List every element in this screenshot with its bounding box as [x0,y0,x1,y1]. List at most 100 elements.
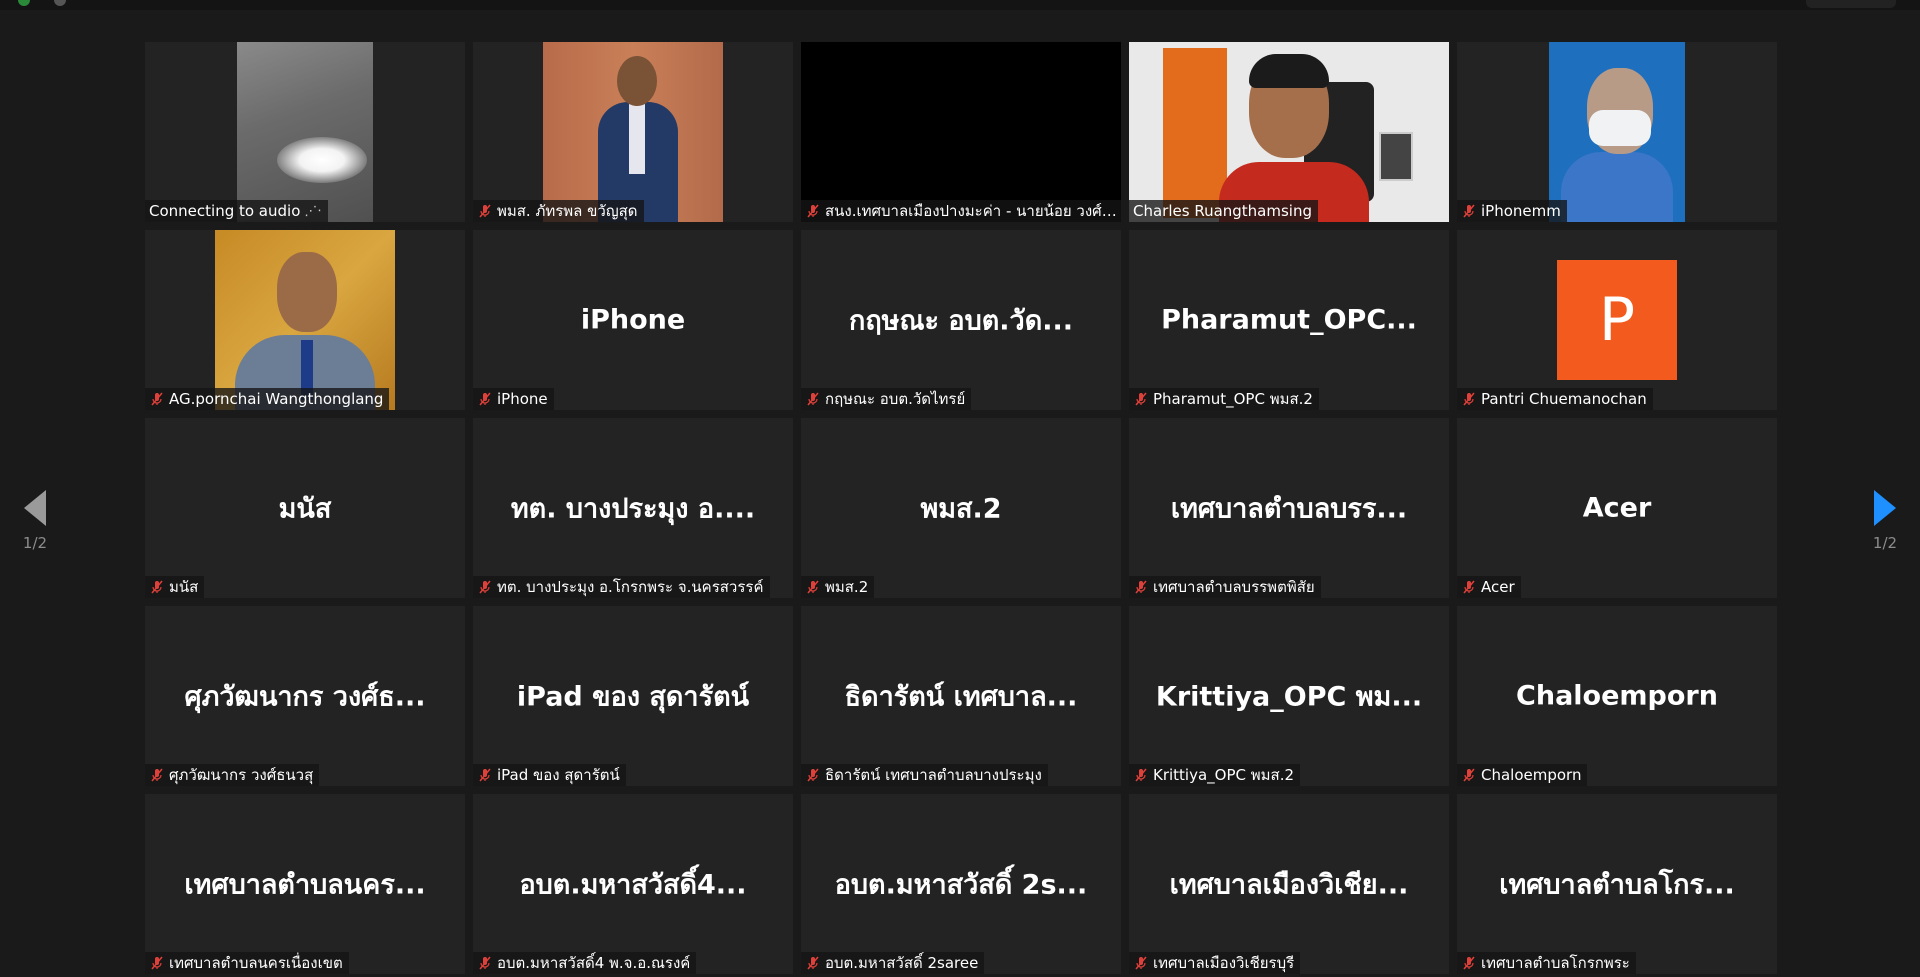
participant-tile[interactable]: Connecting to audio ⋰⋅ [145,42,465,222]
participant-display-name: iPad ของ สุดารัตน์ [516,681,750,713]
participant-name: Connecting to audio [149,202,301,220]
participant-name: Chaloemporn [1481,766,1582,784]
participant-tile[interactable]: พมส.2 พมส.2 [801,418,1121,598]
participant-tile[interactable]: Krittiya_OPC พม... Krittiya_OPC พมส.2 [1129,606,1449,786]
mic-muted-icon [807,392,819,406]
mic-muted-icon [479,580,491,594]
mic-muted-icon [479,956,491,970]
participant-name: เทศบาลเมืองวิเชียรบุรี [1153,954,1295,972]
participant-name: พมส.2 [825,578,869,596]
mic-muted-icon [1135,956,1147,970]
participant-tile[interactable]: Acer Acer [1457,418,1777,598]
participant-nametag: Connecting to audio ⋰⋅ [145,200,328,222]
mic-muted-icon [807,204,819,218]
participant-display-name: Krittiya_OPC พม... [1155,681,1423,713]
mic-muted-icon [807,580,819,594]
participant-display-name: Chaloemporn [1516,680,1718,712]
participant-display-name: เทศบาลตำบลบรร... [1170,493,1408,525]
participant-tile[interactable]: เทศบาลเมืองวิเชีย... เทศบาลเมืองวิเชียรบ… [1129,794,1449,974]
participant-tile[interactable]: Pharamut_OPC... Pharamut_OPC พมส.2 [1129,230,1449,410]
participant-display-name: เทศบาลตำบลนคร... [184,869,426,901]
participant-tile[interactable]: ธิดารัตน์ เทศบาล... ธิดารัตน์ เทศบาลตำบล… [801,606,1121,786]
participant-nametag: Charles Ruangthamsing [1129,200,1318,222]
participant-display-name: iPhone [580,304,686,336]
participant-name: ธิดารัตน์ เทศบาลตำบลบางประมุง [825,766,1042,784]
participant-nametag: Acer [1457,576,1521,598]
participant-nametag: เทศบาลเมืองวิเชียรบุรี [1129,952,1301,974]
participant-tile[interactable]: มนัส มนัส [145,418,465,598]
participant-tile[interactable]: เทศบาลตำบลนคร... เทศบาลตำบลนครเนื่องเขต [145,794,465,974]
participant-name: iPhone [497,390,548,408]
participant-nametag: iPad ของ สุดารัตน์ [473,764,626,786]
participant-nametag: มนัส [145,576,205,598]
chevron-left-icon [24,490,46,526]
participant-nametag: Krittiya_OPC พมส.2 [1129,764,1301,786]
participant-tile[interactable]: iPhone iPhone [473,230,793,410]
connecting-dots-icon: ⋰⋅ [304,203,322,219]
status-dot [18,0,30,6]
participant-video [543,42,723,222]
participant-tile[interactable]: AG.pornchai Wangthonglang [145,230,465,410]
participant-nametag: สนง.เทศบาลเมืองปางมะค่า - นายน้อย วงศ์วิ… [801,200,1121,222]
participant-nametag: ศุภวัฒนากร วงศ์ธนวสุ [145,764,320,786]
participant-display-name: Pharamut_OPC... [1161,304,1417,336]
participant-name: Acer [1481,578,1515,596]
participant-video [801,42,1121,222]
participant-tile[interactable]: อบต.มหาสวัสดิ์4... อบต.มหาสวัสดิ์4 พ.จ.อ… [473,794,793,974]
participant-name: เทศบาลตำบลโกรกพระ [1481,954,1630,972]
participant-display-name: ทต. บางประมุง อ.... [510,493,756,525]
page-indicator-right: 1/2 [1872,534,1898,552]
participant-tile[interactable]: ศุภวัฒนากร วงศ์ธ... ศุภวัฒนากร วงศ์ธนวสุ [145,606,465,786]
next-page-button[interactable]: 1/2 [1850,460,1920,580]
previous-page-button[interactable]: 1/2 [0,460,70,580]
participant-video [1549,42,1685,222]
mic-muted-icon [479,392,491,406]
participant-nametag: AG.pornchai Wangthonglang [145,388,390,410]
mic-muted-icon [1463,956,1475,970]
participant-name: พมส. ภัทรพล ขวัญสุด [497,202,638,220]
participant-tile[interactable]: เทศบาลตำบลบรร... เทศบาลตำบลบรรพตพิสัย [1129,418,1449,598]
participant-name: สนง.เทศบาลเมืองปางมะค่า - นายน้อย วงศ์วิ… [825,202,1117,220]
participant-nametag: Pharamut_OPC พมส.2 [1129,388,1319,410]
participant-tile[interactable]: P Pantri Chuemanochan [1457,230,1777,410]
participant-tile-active-speaker[interactable]: Charles Ruangthamsing [1129,42,1449,222]
window-top-bar [0,0,1920,10]
participant-name: Charles Ruangthamsing [1133,202,1312,220]
mic-muted-icon [807,768,819,782]
info-dot [54,0,66,6]
mic-muted-icon [151,392,163,406]
participant-name: AG.pornchai Wangthonglang [169,390,384,408]
participant-nametag: Pantri Chuemanochan [1457,388,1653,410]
participant-tile[interactable]: Chaloemporn Chaloemporn [1457,606,1777,786]
participant-nametag: iPhonemm [1457,200,1567,222]
participant-name: อบต.มหาสวัสดิ์ 2saree [825,954,979,972]
mic-muted-icon [1463,768,1475,782]
participant-tile[interactable]: ทต. บางประมุง อ.... ทต. บางประมุง อ.โกรก… [473,418,793,598]
mic-muted-icon [151,768,163,782]
participant-display-name: เทศบาลตำบลโกร... [1499,869,1735,901]
participant-tile[interactable]: iPhonemm [1457,42,1777,222]
mic-muted-icon [1135,580,1147,594]
participant-tile[interactable]: สนง.เทศบาลเมืองปางมะค่า - นายน้อย วงศ์วิ… [801,42,1121,222]
participant-tile[interactable]: กฤษณะ อบต.วัด... กฤษณะ อบต.วัดไทรย์ [801,230,1121,410]
view-button[interactable] [1806,0,1896,8]
participant-nametag: อบต.มหาสวัสดิ์ 2saree [801,952,985,974]
participant-name: อบต.มหาสวัสดิ์4 พ.จ.อ.ณรงค์ [497,954,691,972]
mic-muted-icon [1463,580,1475,594]
mic-muted-icon [1463,204,1475,218]
participant-nametag: iPhone [473,388,554,410]
participant-tile[interactable]: iPad ของ สุดารัตน์ iPad ของ สุดารัตน์ [473,606,793,786]
mic-muted-icon [1135,768,1147,782]
participant-name: กฤษณะ อบต.วัดไทรย์ [825,390,966,408]
mic-muted-icon [1135,392,1147,406]
participant-nametag: ทต. บางประมุง อ.โกรกพระ จ.นครสวรรค์ [473,576,770,598]
chevron-right-icon [1874,490,1896,526]
participant-name: iPad ของ สุดารัตน์ [497,766,620,784]
participant-tile[interactable]: เทศบาลตำบลโกร... เทศบาลตำบลโกรกพระ [1457,794,1777,974]
participant-name: Krittiya_OPC พมส.2 [1153,766,1295,784]
participant-tile[interactable]: อบต.มหาสวัสดิ์ 2s... อบต.มหาสวัสดิ์ 2sar… [801,794,1121,974]
participant-tile[interactable]: พมส. ภัทรพล ขวัญสุด [473,42,793,222]
participant-nametag: พมส. ภัทรพล ขวัญสุด [473,200,644,222]
participant-nametag: ธิดารัตน์ เทศบาลตำบลบางประมุง [801,764,1048,786]
participant-display-name: ธิดารัตน์ เทศบาล... [844,681,1078,713]
